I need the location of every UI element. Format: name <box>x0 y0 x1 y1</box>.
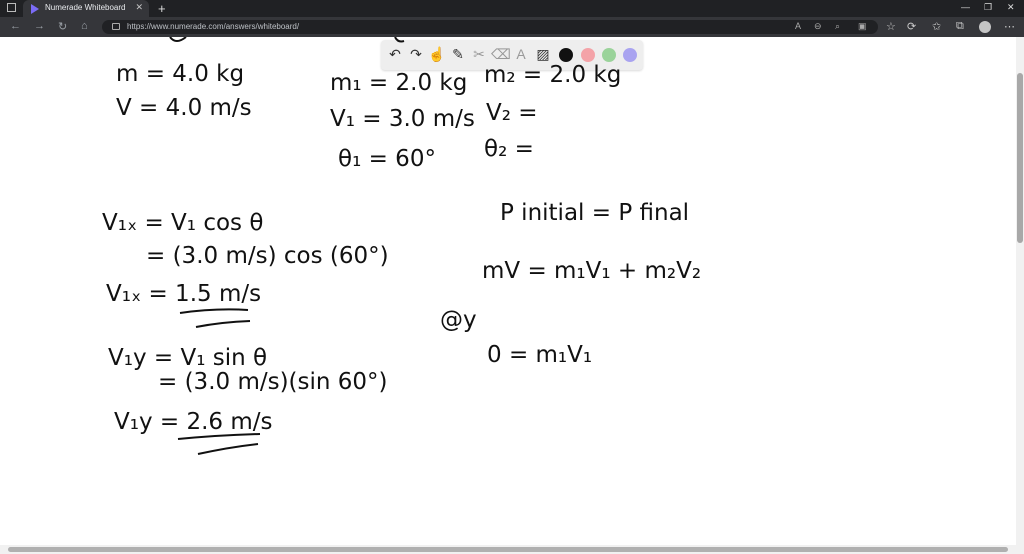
collections-icon[interactable]: ⧉ <box>956 20 964 33</box>
momentum-conservation: P initial = P final <box>500 200 689 226</box>
v1y-formula: V₁y = V₁ sin θ <box>108 345 267 371</box>
horizontal-scroll-thumb[interactable] <box>8 547 1008 552</box>
whiteboard-canvas[interactable]: ↶ ↷ ☝ ✎ ✂ ⌫ A ▨ m = 4.0 kg V = 4.0 m/s m… <box>0 37 1016 545</box>
forward-icon[interactable]: → <box>34 20 45 32</box>
angle-two: θ₂ = <box>484 136 534 162</box>
read-aloud-icon[interactable]: A <box>795 21 801 31</box>
address-bar[interactable]: https://www.numerade.com/answers/whitebo… <box>102 20 878 34</box>
more-options-icon[interactable]: ⋯ <box>1004 20 1015 33</box>
back-icon[interactable]: ← <box>10 20 21 32</box>
extension-icon[interactable]: ▣ <box>858 21 867 32</box>
handwriting-layer: m = 4.0 kg V = 4.0 m/s m₁ = 2.0 kg V₁ = … <box>102 37 701 455</box>
favorite-icon[interactable]: ☆ <box>886 20 896 33</box>
v1x-substitution: = (3.0 m/s) cos (60°) <box>146 243 389 269</box>
tab-close-icon[interactable]: ✕ <box>135 2 143 13</box>
new-tab-button[interactable]: + <box>158 1 166 16</box>
reload-icon[interactable]: ↻ <box>58 20 67 33</box>
browser-toolbar: ← → ↻ ⌂ https://www.numerade.com/answers… <box>0 17 1024 37</box>
favorites-bar-icon[interactable]: ✩ <box>932 20 941 33</box>
tab-bar: Numerade Whiteboard ✕ + — ❐ ✕ <box>0 0 1024 17</box>
vertical-scroll-thumb[interactable] <box>1017 73 1023 243</box>
numerade-logo-icon <box>31 4 39 14</box>
y-component-label: @y <box>440 307 477 333</box>
refresh-sync-icon[interactable]: ⟳ <box>907 20 916 33</box>
velocity-two: V₂ = <box>486 100 538 126</box>
browser-tab[interactable]: Numerade Whiteboard ✕ <box>23 0 149 17</box>
url-text: https://www.numerade.com/answers/whitebo… <box>127 22 300 31</box>
mass-two: m₂ = 2.0 kg <box>484 62 621 88</box>
v1y-substitution: = (3.0 m/s)(sin 60°) <box>158 369 388 395</box>
given-velocity: V = 4.0 m/s <box>116 95 252 121</box>
search-icon[interactable]: ⌕ <box>835 21 840 32</box>
angle-one: θ₁ = 60° <box>338 146 436 172</box>
v1x-formula: V₁ₓ = V₁ cos θ <box>102 210 263 236</box>
maximize-icon[interactable]: ❐ <box>984 2 992 13</box>
lock-icon <box>112 23 120 30</box>
y-momentum-equation: 0 = m₁V₁ <box>487 342 592 368</box>
zoom-icon[interactable]: ⊖ <box>814 21 822 32</box>
horizontal-scrollbar[interactable] <box>0 545 1024 554</box>
given-mass: m = 4.0 kg <box>116 61 244 87</box>
tab-title: Numerade Whiteboard <box>45 3 126 12</box>
v1y-result: V₁y = 2.6 m/s <box>114 409 272 435</box>
momentum-equation: mV = m₁V₁ + m₂V₂ <box>482 258 701 284</box>
mass-one: m₁ = 2.0 kg <box>330 70 467 96</box>
minimize-icon[interactable]: — <box>961 2 970 12</box>
close-window-icon[interactable]: ✕ <box>1007 2 1015 13</box>
velocity-one: V₁ = 3.0 m/s <box>330 106 475 132</box>
v1x-result: V₁ₓ = 1.5 m/s <box>106 281 261 307</box>
profile-avatar[interactable] <box>979 21 991 33</box>
window-menu-icon[interactable] <box>7 3 16 12</box>
vertical-scrollbar[interactable] <box>1016 37 1024 545</box>
home-icon[interactable]: ⌂ <box>81 20 88 32</box>
